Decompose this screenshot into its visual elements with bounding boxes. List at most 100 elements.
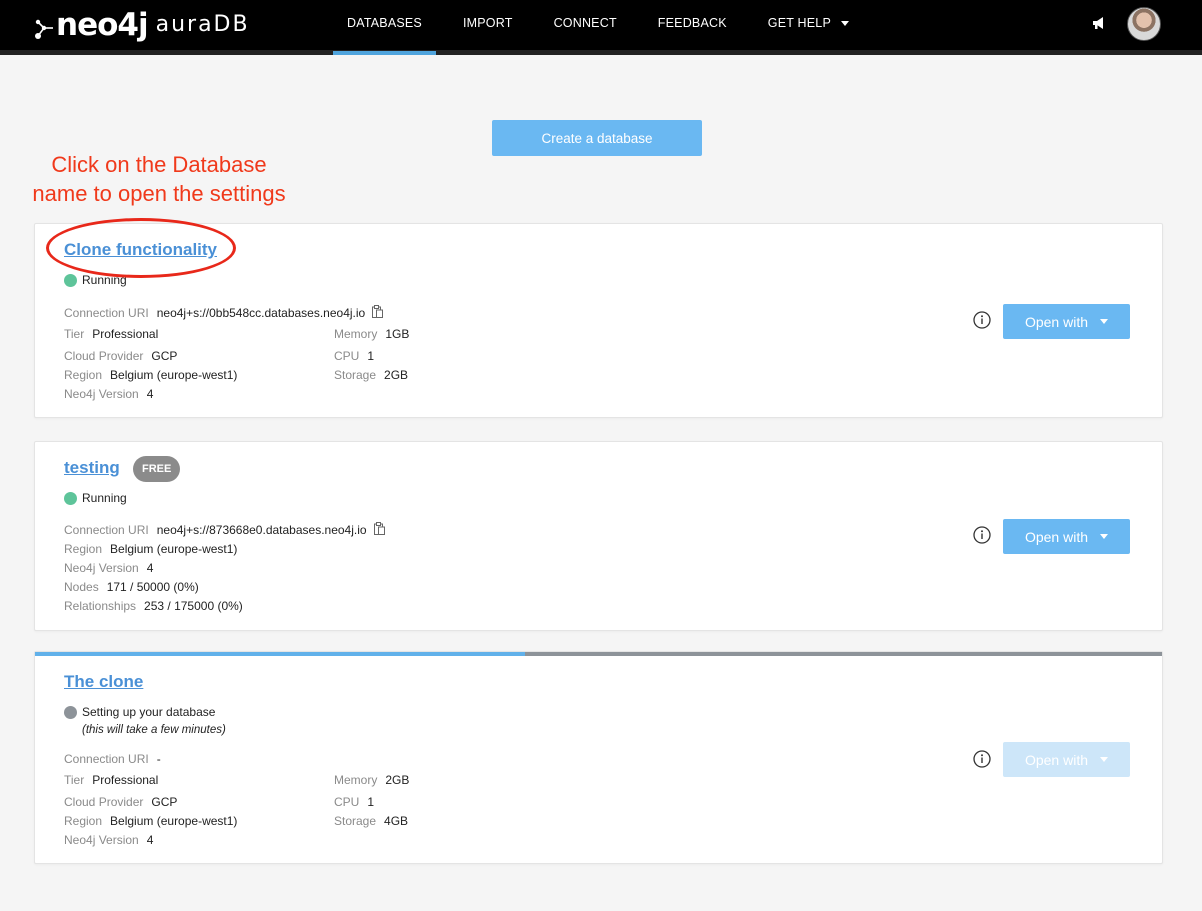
nav-import-label: IMPORT	[462, 16, 513, 30]
nav-feedback-label: FEEDBACK	[657, 16, 727, 30]
field-value: 253 / 175000 (0%)	[144, 599, 243, 613]
field-cpu: CPU 1	[334, 795, 374, 809]
field-value: 4GB	[384, 814, 409, 828]
field-value: -	[156, 752, 161, 766]
status-running-dot-icon	[64, 273, 77, 287]
open-with-button[interactable]: Open with	[1003, 519, 1130, 554]
open-with-label: Open with	[1024, 751, 1089, 768]
field-label: Relationships	[64, 599, 137, 613]
annotation-line-2: name to open the settings	[32, 181, 286, 206]
annotation-line-1: Click on the Database	[51, 152, 267, 177]
database-card-the-clone: The clone Setting up your database (this…	[34, 651, 1163, 864]
tier-badge: FREE	[133, 456, 181, 482]
field-nodes: Nodes 171 / 50000 (0%)	[64, 580, 199, 594]
field-value: 1	[367, 795, 375, 809]
field-label: Memory	[334, 327, 378, 341]
nav-feedback[interactable]: FEEDBACK	[644, 0, 741, 55]
info-icon[interactable]	[973, 311, 991, 329]
field-value: Professional	[92, 773, 159, 787]
user-avatar[interactable]	[1127, 7, 1161, 41]
field-label: Tier	[64, 327, 85, 341]
field-connection-uri: Connection URI neo4j+s://873668e0.databa…	[64, 521, 385, 537]
chevron-down-icon	[1100, 319, 1109, 324]
field-value: GCP	[151, 795, 178, 809]
open-with-label: Open with	[1024, 313, 1089, 330]
info-icon[interactable]	[973, 526, 991, 544]
nav-databases[interactable]: DATABASES	[333, 0, 436, 55]
field-label: Connection URI	[64, 523, 149, 537]
field-value: 171 / 50000 (0%)	[106, 580, 199, 594]
field-cpu: CPU 1	[334, 349, 374, 363]
field-neo4j-version: Neo4j Version 4	[64, 833, 153, 847]
field-connection-uri: Connection URI -	[64, 752, 161, 766]
field-label: Tier	[64, 773, 85, 787]
info-icon[interactable]	[973, 750, 991, 768]
field-value: 2GB	[384, 368, 409, 382]
open-with-button[interactable]: Open with	[1003, 304, 1130, 339]
status-note: (this will take a few minutes)	[82, 724, 226, 736]
field-label: CPU	[334, 795, 360, 809]
field-memory: Memory 1GB	[334, 327, 409, 341]
database-status: Setting up your database	[64, 705, 215, 719]
status-text: Setting up your database	[82, 705, 216, 719]
setup-progress-bar	[35, 652, 1162, 656]
field-value: 4	[146, 561, 154, 575]
field-label: Region	[64, 368, 103, 382]
field-label: Region	[64, 542, 103, 556]
open-with-button-disabled[interactable]: Open with	[1003, 742, 1130, 777]
database-name-link[interactable]: Clone functionality	[64, 240, 217, 260]
field-cloud-provider: Cloud Provider GCP	[64, 795, 177, 809]
nav-connect[interactable]: CONNECT	[540, 0, 631, 55]
field-region: Region Belgium (europe-west1)	[64, 542, 237, 556]
field-relationships: Relationships 253 / 175000 (0%)	[64, 599, 243, 613]
field-label: Neo4j Version	[64, 561, 139, 575]
field-cloud-provider: Cloud Provider GCP	[64, 349, 177, 363]
nav-get-help[interactable]: GET HELP	[754, 0, 863, 55]
neo4j-graph-logo-icon	[35, 19, 53, 39]
field-label: Storage	[334, 368, 377, 382]
database-card-clone-functionality: Clone functionality Running Connection U…	[34, 223, 1163, 418]
field-neo4j-version: Neo4j Version 4	[64, 561, 153, 575]
status-text: Running	[82, 273, 127, 287]
field-value: neo4j+s://873668e0.databases.neo4j.io	[156, 523, 367, 537]
field-value: Belgium (europe-west1)	[110, 542, 238, 556]
field-tier: Tier Professional	[64, 773, 158, 787]
megaphone-icon[interactable]	[1092, 16, 1106, 30]
chevron-down-icon	[1100, 757, 1109, 762]
field-value: 1	[367, 349, 375, 363]
field-label: CPU	[334, 349, 360, 363]
database-name-link[interactable]: testing	[64, 458, 120, 478]
field-value: neo4j+s://0bb548cc.databases.neo4j.io	[156, 306, 366, 320]
field-storage: Storage 4GB	[334, 814, 408, 828]
field-value: Belgium (europe-west1)	[110, 368, 238, 382]
database-name-link[interactable]: The clone	[64, 672, 143, 692]
clipboard-copy-icon[interactable]	[372, 304, 384, 318]
nav-import[interactable]: IMPORT	[449, 0, 527, 55]
nav-connect-label: CONNECT	[553, 16, 617, 30]
logo-product-name: auraDB	[155, 12, 250, 37]
neo4j-aura-logo[interactable]: neo4j auraDB	[34, 6, 250, 44]
field-label: Storage	[334, 814, 377, 828]
status-text: Running	[82, 491, 127, 505]
nav-databases-label: DATABASES	[347, 16, 422, 30]
field-memory: Memory 2GB	[334, 773, 409, 787]
status-pending-dot-icon	[64, 705, 77, 719]
field-value: GCP	[151, 349, 178, 363]
database-card-testing: testing FREE Running Connection URI neo4…	[34, 441, 1163, 631]
field-label: Neo4j Version	[64, 387, 139, 401]
field-label: Nodes	[64, 580, 99, 594]
logo-wordmark: neo4j	[56, 7, 149, 43]
create-database-button[interactable]: Create a database	[492, 120, 702, 156]
field-label: Cloud Provider	[64, 795, 144, 809]
chevron-down-icon	[840, 21, 849, 26]
field-storage: Storage 2GB	[334, 368, 408, 382]
field-label: Neo4j Version	[64, 833, 139, 847]
field-neo4j-version: Neo4j Version 4	[64, 387, 153, 401]
field-label: Cloud Provider	[64, 349, 144, 363]
field-value: 1GB	[385, 327, 410, 341]
field-region: Region Belgium (europe-west1)	[64, 368, 237, 382]
field-value: 4	[146, 387, 154, 401]
field-label: Connection URI	[64, 306, 149, 320]
clipboard-copy-icon[interactable]	[373, 521, 385, 535]
field-label: Memory	[334, 773, 378, 787]
